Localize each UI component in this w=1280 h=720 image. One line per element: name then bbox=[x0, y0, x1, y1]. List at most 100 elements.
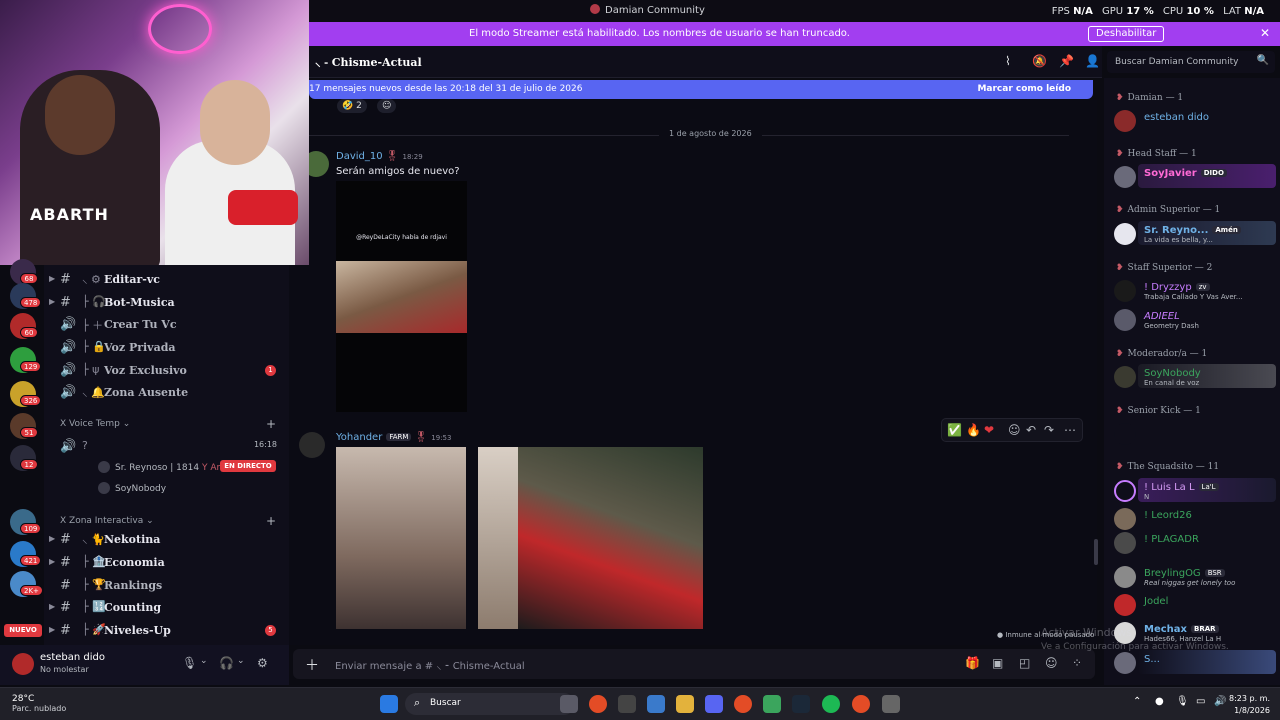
search-input[interactable]: Buscar Damian Community bbox=[1115, 57, 1238, 67]
spotify-icon[interactable] bbox=[822, 695, 840, 713]
mute-icon[interactable]: 🔕 bbox=[1032, 54, 1047, 68]
user-name[interactable]: esteban dido bbox=[40, 652, 105, 663]
member[interactable]: ! Leord26 bbox=[1114, 508, 1276, 530]
mark-read-button[interactable]: Marcar como leído bbox=[977, 84, 1071, 94]
server-icon[interactable]: 129 bbox=[10, 347, 42, 373]
discord-icon[interactable] bbox=[705, 695, 723, 713]
channel-item[interactable]: 🔊 ⸜ 🔔 Zona Ausente bbox=[44, 383, 289, 403]
add-channel-icon[interactable]: + bbox=[266, 417, 276, 431]
scrollbar[interactable] bbox=[1094, 539, 1098, 565]
members-icon[interactable]: 👤 bbox=[1085, 54, 1100, 68]
channel-item[interactable]: ▶ # ├ 🔢 Counting bbox=[44, 598, 289, 618]
reaction-pill[interactable]: 🤣 2 bbox=[337, 99, 367, 113]
threads-icon[interactable]: ⌇ bbox=[1005, 54, 1011, 68]
chrome-icon[interactable] bbox=[734, 695, 752, 713]
member[interactable]: esteban dido bbox=[1114, 110, 1276, 132]
image-attachment[interactable] bbox=[478, 447, 518, 629]
server-icon[interactable]: 12 bbox=[10, 445, 38, 471]
app-icon[interactable] bbox=[618, 695, 636, 713]
server-icon[interactable]: 421 bbox=[10, 541, 42, 567]
voice-channel[interactable]: 🔊? 16:18 bbox=[44, 437, 289, 457]
chrome-icon[interactable] bbox=[589, 695, 607, 713]
steam-icon[interactable] bbox=[792, 695, 810, 713]
member[interactable]: S... bbox=[1114, 650, 1276, 674]
add-reaction-icon[interactable]: ☺ bbox=[1008, 423, 1021, 437]
microphone-icon[interactable]: 🎙 bbox=[182, 656, 197, 670]
member[interactable]: Sr. Reyno... Amén La vida es bella, y... bbox=[1114, 221, 1276, 245]
voice-user[interactable]: Sr. Reynoso | 1814 Y Amén bbox=[98, 461, 237, 473]
new-badge[interactable]: NUEVO bbox=[4, 624, 42, 637]
task-view-icon[interactable] bbox=[560, 695, 578, 713]
server-search[interactable]: Buscar Damian Community 🔍 bbox=[1107, 51, 1275, 73]
channel-item[interactable]: ▶ # ├ 🏦 Economia bbox=[44, 553, 289, 573]
server-icon[interactable]: 60 bbox=[10, 313, 38, 339]
image-attachment[interactable] bbox=[518, 447, 703, 629]
channel-item[interactable]: ▶ # ⸜ ⚙ Editar-vc bbox=[44, 270, 289, 290]
forward-icon[interactable]: ↷ bbox=[1044, 423, 1054, 437]
server-icon[interactable]: 109 bbox=[10, 509, 42, 535]
emoji-icon[interactable]: ☺ bbox=[1045, 656, 1058, 670]
new-messages-bar[interactable]: 17 mensajes nuevos desde las 20:18 del 3… bbox=[309, 80, 1093, 99]
disable-streamer-button[interactable]: Deshabilitar bbox=[1088, 26, 1165, 42]
message-author[interactable]: Yohander FARM 🎖 19:53 bbox=[336, 432, 451, 443]
channel-item[interactable]: ▶ # ├ 🚀 Niveles-Up 5 bbox=[44, 621, 289, 641]
server-icon[interactable]: 51 bbox=[10, 413, 38, 439]
message-input-bar[interactable]: ＋ Enviar mensaje a # ⸜ ⁃ Chisme-Actual 🎁… bbox=[293, 649, 1095, 679]
add-channel-icon[interactable]: + bbox=[266, 514, 276, 528]
server-icon[interactable]: 478 bbox=[10, 283, 42, 309]
app-icon[interactable] bbox=[882, 695, 900, 713]
chevron-down-icon[interactable]: ⌄ bbox=[237, 656, 245, 666]
start-icon[interactable] bbox=[380, 695, 398, 713]
member[interactable]: ! PLAGADR bbox=[1114, 532, 1276, 554]
channel-item[interactable]: ▶ # ⸜ 🐈 Nekotina bbox=[44, 530, 289, 550]
message-input[interactable]: Enviar mensaje a # ⸜ ⁃ Chisme-Actual bbox=[335, 658, 525, 672]
app-icon[interactable] bbox=[763, 695, 781, 713]
weather-widget[interactable]: 28°C Parc. nublado bbox=[12, 694, 66, 713]
pin-icon[interactable]: 📌 bbox=[1059, 54, 1074, 68]
chevron-down-icon[interactable]: ⌄ bbox=[200, 656, 208, 666]
attach-icon[interactable]: ＋ bbox=[305, 655, 319, 675]
avatar[interactable] bbox=[299, 432, 325, 458]
gift-icon[interactable]: 🎁 bbox=[965, 656, 980, 670]
channel-item[interactable]: 🔊 ├ ＋ Crear Tu Vc bbox=[44, 315, 289, 335]
add-reaction-icon[interactable]: ☺ bbox=[377, 99, 397, 113]
close-icon[interactable]: ✕ bbox=[1260, 26, 1270, 40]
server-icon[interactable]: 326 bbox=[10, 381, 42, 407]
member[interactable]: ADIEEL Geometry Dash bbox=[1114, 309, 1276, 331]
member[interactable] bbox=[1114, 423, 1276, 445]
clock[interactable]: 8:23 p. m. 1/8/2026 bbox=[1229, 693, 1270, 717]
image-attachment[interactable] bbox=[336, 447, 466, 629]
channel-item[interactable]: 🔊 ├ 🔒 Voz Privada bbox=[44, 338, 289, 358]
reply-icon[interactable]: ↶ bbox=[1026, 423, 1036, 437]
chrome-icon[interactable] bbox=[852, 695, 870, 713]
member[interactable]: BreylingOG BSR Real niggas get lonely too bbox=[1114, 566, 1276, 588]
channel-item[interactable]: 🔊 ├ ψ Voz Exclusivo 1 bbox=[44, 361, 289, 381]
sticker-icon[interactable]: ◰ bbox=[1019, 656, 1030, 670]
video-attachment[interactable]: @ReyDeLaCity había de rdjavi bbox=[336, 181, 467, 412]
server-icon[interactable]: 68 bbox=[10, 259, 38, 285]
voice-user[interactable]: SoyNobody bbox=[98, 482, 166, 494]
apps-icon[interactable]: ⁘ bbox=[1072, 656, 1082, 670]
member[interactable]: ! Dryzzyp zv Trabaja Callado Y Vas Aver..… bbox=[1114, 280, 1276, 302]
server-icon[interactable]: 2K+ bbox=[10, 571, 43, 597]
tray-chevron-icon[interactable]: ⌃ bbox=[1133, 696, 1141, 707]
member[interactable]: ! Luis La L La'L N bbox=[1114, 478, 1276, 502]
taskbar-search[interactable]: ⌕ Buscar bbox=[405, 693, 575, 715]
category-header[interactable]: X Voice Temp ⌄ + bbox=[60, 417, 276, 431]
app-icon[interactable] bbox=[647, 695, 665, 713]
channel-item[interactable]: ▶ # ├ 🎧 Bot-Musica bbox=[44, 293, 289, 313]
file-explorer-icon[interactable] bbox=[676, 695, 694, 713]
avatar[interactable] bbox=[12, 653, 34, 675]
more-icon[interactable]: ⋯ bbox=[1064, 423, 1076, 437]
network-icon[interactable]: ▭ bbox=[1196, 696, 1205, 707]
member[interactable]: SoyJavier DIDO bbox=[1114, 164, 1276, 188]
message-author[interactable]: David_10 🎖 18:29 bbox=[336, 151, 423, 162]
member[interactable]: Jodel bbox=[1114, 594, 1276, 616]
microphone-icon[interactable]: 🎙 bbox=[1176, 696, 1189, 707]
member[interactable]: SoyNobody En canal de voz bbox=[1114, 364, 1276, 388]
headset-icon[interactable]: 🎧 bbox=[219, 656, 234, 670]
gear-icon[interactable]: ⚙ bbox=[257, 656, 268, 670]
gif-icon[interactable]: ▣ bbox=[992, 656, 1003, 670]
tray-app-icon[interactable]: ● bbox=[1155, 696, 1164, 707]
fire-icon[interactable]: 🔥 bbox=[966, 423, 981, 437]
